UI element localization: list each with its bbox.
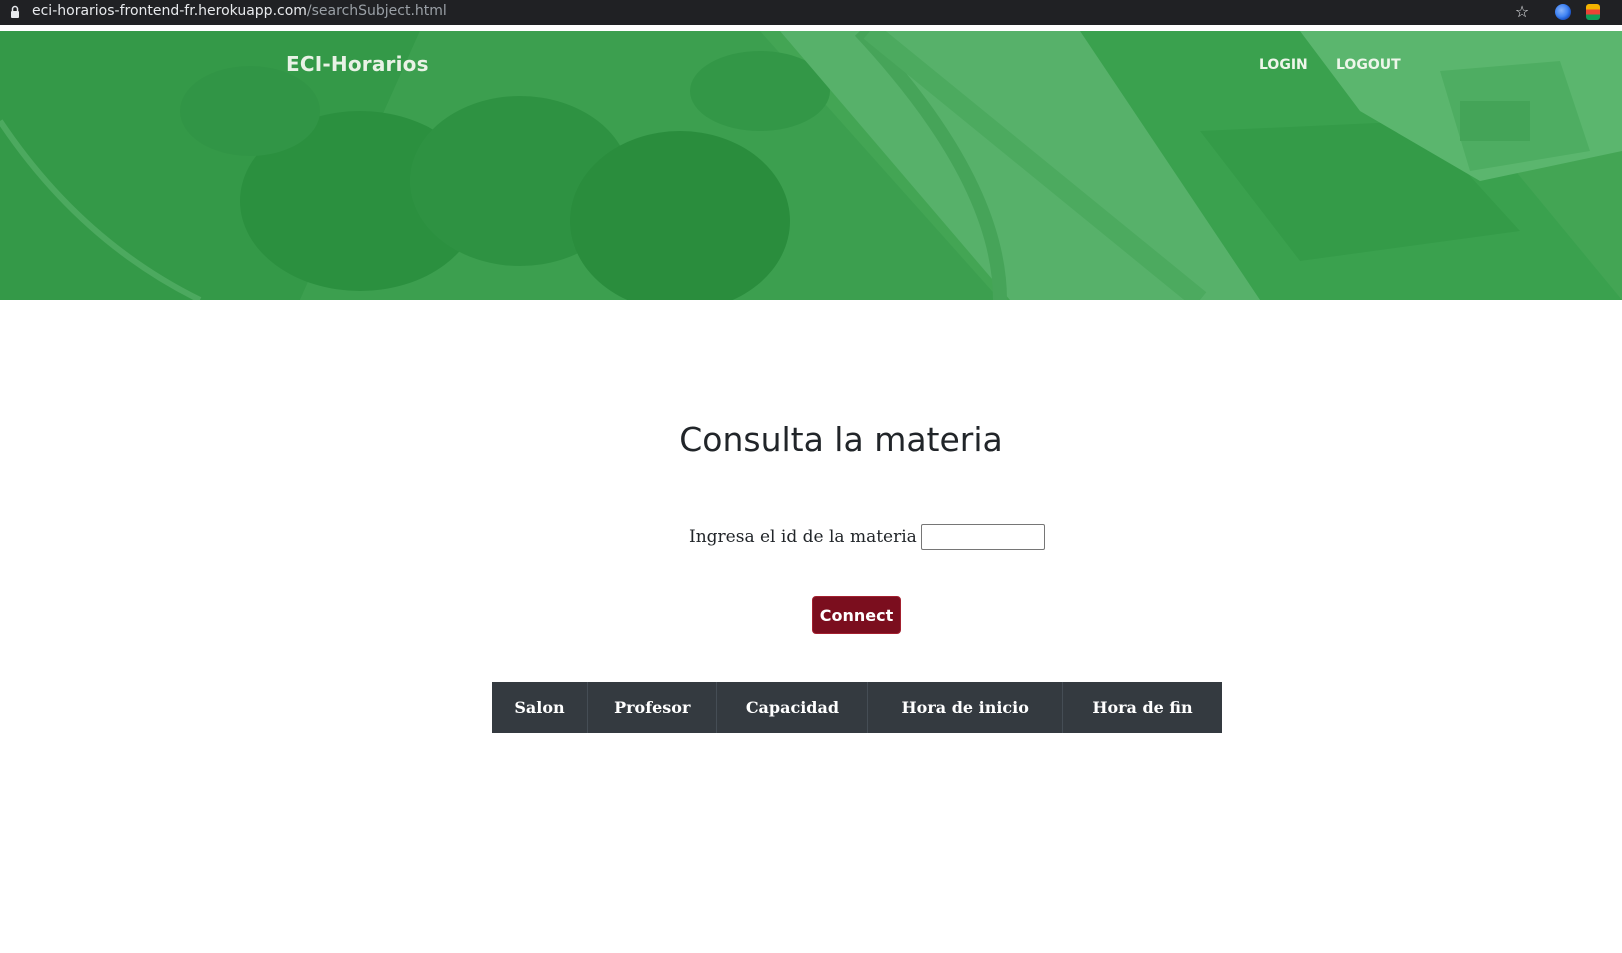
browser-address-bar: eci-horarios-frontend-fr.herokuapp.com/s… xyxy=(0,0,1622,25)
url-host: eci-horarios-frontend-fr.herokuapp.com xyxy=(32,3,307,19)
hero-header: ECI-Horarios LOGIN LOGOUT xyxy=(0,31,1622,300)
nav-logout-link[interactable]: LOGOUT xyxy=(1336,57,1401,73)
column-header-hora-fin: Hora de fin xyxy=(1062,682,1222,733)
column-header-hora-inicio: Hora de inicio xyxy=(867,682,1063,733)
url-path: /searchSubject.html xyxy=(306,3,447,19)
browser-extension-icon[interactable] xyxy=(1555,4,1571,20)
lock-icon xyxy=(11,5,19,18)
subject-id-form: Ingresa el id de la materia xyxy=(689,524,1045,550)
column-header-capacidad: Capacidad xyxy=(716,682,868,733)
connect-button[interactable]: Connect xyxy=(812,596,901,634)
column-header-salon: Salon xyxy=(492,682,588,733)
page-title: Consulta la materia xyxy=(679,420,1003,459)
brand-logo-text[interactable]: ECI-Horarios xyxy=(286,52,429,76)
nav-login-link[interactable]: LOGIN xyxy=(1259,57,1308,73)
schedule-table: Salon Profesor Capacidad Hora de inicio … xyxy=(492,682,1222,733)
url-field[interactable]: eci-horarios-frontend-fr.herokuapp.com/s… xyxy=(32,3,447,19)
subject-id-input[interactable] xyxy=(920,524,1045,550)
subject-id-label: Ingresa el id de la materia xyxy=(689,527,917,547)
table-header-row: Salon Profesor Capacidad Hora de inicio … xyxy=(492,682,1222,733)
column-header-profesor: Profesor xyxy=(587,682,717,733)
browser-extension-icon[interactable] xyxy=(1586,4,1600,20)
bookmark-star-icon[interactable]: ☆ xyxy=(1513,3,1531,21)
